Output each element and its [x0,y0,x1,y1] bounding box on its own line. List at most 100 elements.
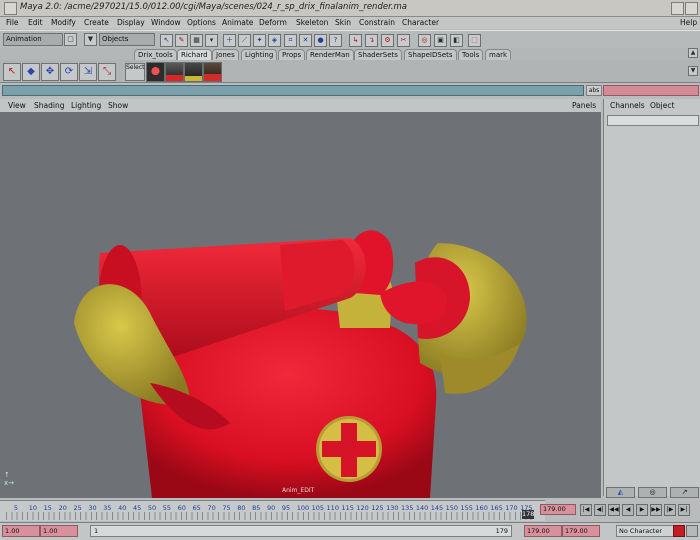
current-frame-marker[interactable]: 178 [522,510,534,519]
menu-constrain[interactable]: Constrain [359,18,395,27]
sphere-icon[interactable]: ● [314,34,327,47]
snap-view-icon[interactable]: ◈ [268,34,281,47]
mask-dropdown-icon[interactable]: ▾ [205,34,218,47]
start-time-field[interactable]: 1.00 [2,525,40,537]
menu-skin[interactable]: Skin [335,18,351,27]
auto-key-icon[interactable] [673,525,685,537]
hypershade-icon[interactable]: ◧ [450,34,463,47]
menu-skeleton[interactable]: Skeleton [296,18,328,27]
channel-box-tab-channels[interactable]: Channels [610,101,645,110]
step-back-icon[interactable]: ◀| [594,504,606,516]
move-tool-icon[interactable]: ✥ [41,63,59,81]
output-ops-icon[interactable]: ↴ [365,34,378,47]
menu-file[interactable]: File [6,18,19,27]
shelf-tab-renderman[interactable]: RenderMan [306,49,354,60]
shelf-tab-jones[interactable]: Jones [212,49,239,60]
panel-menu-shading[interactable]: Shading [34,101,64,110]
attribute-editor-icon[interactable]: ◎ [638,487,667,498]
shelf-tab-shapeidsets[interactable]: ShapeIDSets [404,49,457,60]
menu-create[interactable]: Create [84,18,109,27]
go-to-start-icon[interactable]: |◀ [580,504,592,516]
go-to-end-icon[interactable]: ▶| [678,504,690,516]
shelf-scroll-down-icon[interactable]: ▼ [688,66,698,76]
step-forward-icon[interactable]: |▶ [664,504,676,516]
lasso-tool-icon[interactable]: ◆ [22,63,40,81]
select-button[interactable]: Select [125,63,145,81]
shelf-tab-richard[interactable]: Richard [177,49,212,60]
render-view-icon[interactable]: ⬚ [468,34,481,47]
time-slider[interactable]: 5 10 15 20 25 30 35 40 45 50 55 60 65 70 75 80 85 90 95 100… [0,500,545,521]
render-globals-icon[interactable]: ▣ [434,34,447,47]
menu-display[interactable]: Display [117,18,145,27]
panel-menu-panels[interactable]: Panels [572,101,596,110]
range-slider-bar: 1.00 1.00 1 179 179.00 179.00 No Charact… [0,522,700,540]
menu-set-dropdown[interactable]: Animation [3,33,63,46]
play-backwards-icon[interactable]: ◀ [622,504,634,516]
menu-character[interactable]: Character [402,18,439,27]
snap-grid-icon[interactable]: ＋ [223,34,236,47]
select-by-object-icon[interactable]: ✎ [175,34,188,47]
history-icon[interactable]: ✕ [299,34,312,47]
shelf-tab-props[interactable]: Props [278,49,306,60]
range-slider[interactable]: 1 179 [90,525,512,537]
selection-mask-arrow-icon[interactable]: ▼ [84,33,97,46]
construction-history-icon[interactable]: ⚙ [381,34,394,47]
step-back-key-icon[interactable]: ◀◀ [608,504,620,516]
shelf-tab-mark[interactable]: mark [485,49,512,60]
select-by-component-icon[interactable]: ▦ [190,34,203,47]
manipulator-tool-icon[interactable]: ⤡ [98,63,116,81]
current-character-field[interactable]: No Character [616,525,674,537]
menu-window[interactable]: Window [151,18,181,27]
snap-surface-icon[interactable]: ⌗ [284,34,297,47]
mel-command-input[interactable] [2,85,584,96]
step-forward-key-icon[interactable]: ▶▶ [650,504,662,516]
channel-box-mode-icon[interactable]: ◭ [606,487,635,498]
channel-box-field[interactable] [607,115,699,126]
render-icon[interactable]: ✂ [397,34,410,47]
select-by-hierarchy-icon[interactable]: ↖ [160,34,173,47]
menu-animate[interactable]: Animate [222,18,253,27]
command-abs-label: abs [586,85,602,96]
animation-preferences-icon[interactable] [686,525,698,537]
selection-mode-dropdown[interactable]: Objects [99,33,155,46]
rotate-tool-icon[interactable]: ⟳ [60,63,78,81]
ipr-render-icon[interactable]: ◎ [418,34,431,47]
query-icon[interactable]: ? [329,34,342,47]
play-forwards-icon[interactable]: ▶ [636,504,648,516]
snap-curve-icon[interactable]: ⟋ [238,34,251,47]
shelf-tab-tools[interactable]: Tools [458,49,484,60]
menu-modify[interactable]: Modify [51,18,76,27]
panel-menu-view[interactable]: View [8,101,26,110]
menu-help[interactable]: Help [680,18,697,27]
tool-settings-icon[interactable]: ↗ [670,487,699,498]
character-shelf-icon-1[interactable] [146,62,165,82]
timeline-tick-label: 55 [162,504,172,512]
shelf-tab-drix-tools[interactable]: Drix_tools [134,49,177,60]
perspective-viewport[interactable]: ↑ x→ Anim_EDIT [0,113,601,498]
panel-menu-lighting[interactable]: Lighting [71,101,101,110]
lock-icon[interactable]: ▢ [64,33,77,46]
select-tool-icon[interactable]: ↖ [3,63,21,81]
shelf-tab-shadersets[interactable]: ShaderSets [354,49,402,60]
panel-menu-show[interactable]: Show [108,101,128,110]
current-time-field[interactable]: 179.00 [540,504,576,515]
character-shelf-icon-3[interactable] [184,62,203,82]
character-shelf-icon-4[interactable] [203,62,222,82]
shelf-tab-lighting[interactable]: Lighting [241,49,278,60]
menu-deform[interactable]: Deform [259,18,287,27]
playback-end-field[interactable]: 179.00 [524,525,562,537]
input-ops-icon[interactable]: ↳ [349,34,362,47]
snap-point-icon[interactable]: ✦ [253,34,266,47]
playback-start-field[interactable]: 1.00 [40,525,78,537]
window-menu-button[interactable] [4,2,17,15]
maximize-button[interactable] [685,2,698,15]
shelf-scroll-up-icon[interactable]: ▲ [688,48,698,58]
timeline-tick-label: 75 [222,504,231,512]
scale-tool-icon[interactable]: ⇲ [79,63,97,81]
menu-edit[interactable]: Edit [28,18,43,27]
character-shelf-icon-2[interactable] [165,62,184,82]
channel-box-tab-object[interactable]: Object [650,101,674,110]
end-time-field[interactable]: 179.00 [562,525,600,537]
menu-options[interactable]: Options [187,18,216,27]
minimize-button[interactable] [671,2,684,15]
